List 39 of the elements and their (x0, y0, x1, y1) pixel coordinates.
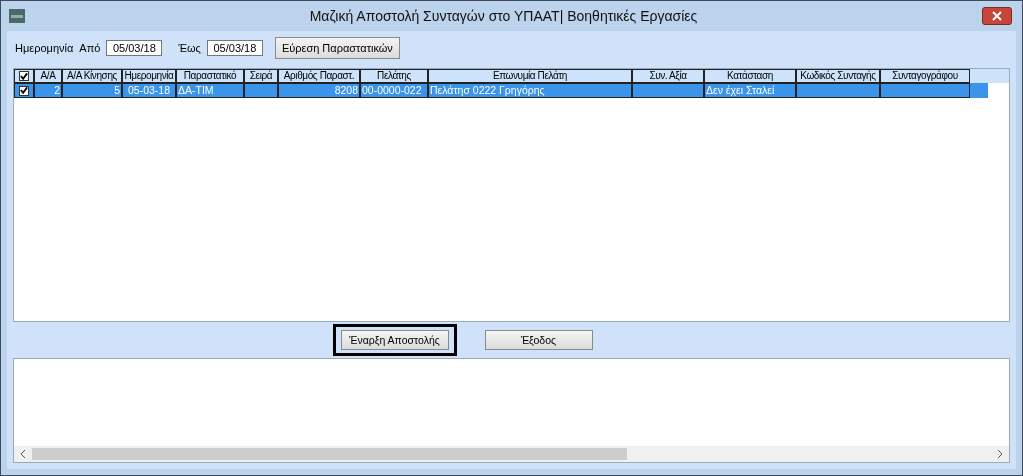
start-sending-button[interactable]: Έναρξη Αποστολής (340, 330, 449, 350)
column-header[interactable]: Πελάτης (360, 69, 428, 83)
horizontal-scrollbar[interactable] (14, 446, 1009, 462)
scroll-left-icon[interactable] (20, 450, 26, 458)
column-header[interactable]: Ημερομηνία (122, 69, 176, 83)
date-label: Ημερομηνία (15, 42, 74, 54)
table-cell: 8208 (278, 83, 360, 98)
table-cell: 00-0000-022 (360, 83, 428, 98)
column-header[interactable]: Α/Α Κίνησης (62, 69, 122, 83)
from-date-field[interactable]: 05/03/18 (106, 40, 163, 56)
table-cell: Δεν έχει Σταλεί (704, 83, 796, 98)
close-button[interactable] (982, 7, 1012, 25)
table-cell (632, 83, 704, 98)
to-label: Έως (178, 42, 201, 54)
table-cell: Πελάτησ 0222 Γρηγόρης (428, 83, 632, 98)
table-cell (244, 83, 278, 98)
to-date-field[interactable]: 05/03/18 (206, 40, 263, 56)
from-label: Από (79, 42, 101, 54)
column-header[interactable]: Παραστατικό (176, 69, 244, 83)
column-header[interactable]: Επωνυμία Πελάτη (428, 69, 632, 83)
table-cell: 2 (34, 83, 62, 98)
scroll-right-icon[interactable] (997, 450, 1003, 458)
column-header[interactable]: Α/Α (34, 69, 62, 83)
exit-button[interactable]: Έξοδος (484, 330, 593, 350)
column-header[interactable]: Κατάσταση (704, 69, 796, 83)
table-cell: 05-03-18 (122, 83, 176, 98)
table-cell: 5 (62, 83, 122, 98)
window-title: Μαζική Αποστολή Συνταγών στο ΥΠΑΑΤ| Βοηθητικές Εργασίες (308, 8, 699, 24)
column-header[interactable]: Συνταγογράφου (880, 69, 970, 83)
close-icon (992, 11, 1002, 21)
find-button[interactable]: Εύρεση Παραστατικών (274, 37, 400, 59)
column-header[interactable]: Αριθμός Παραστ. (278, 69, 360, 83)
column-header[interactable]: Σειρά (244, 69, 278, 83)
row-checkbox[interactable] (19, 85, 29, 96)
select-all-checkbox[interactable] (19, 71, 29, 81)
app-icon (9, 9, 25, 23)
table-cell: ΔΑ-ΤΙΜ (176, 83, 244, 98)
column-header[interactable]: Συν. Αξία (632, 69, 704, 83)
column-header[interactable]: Κωδικός Συνταγής (796, 69, 880, 83)
